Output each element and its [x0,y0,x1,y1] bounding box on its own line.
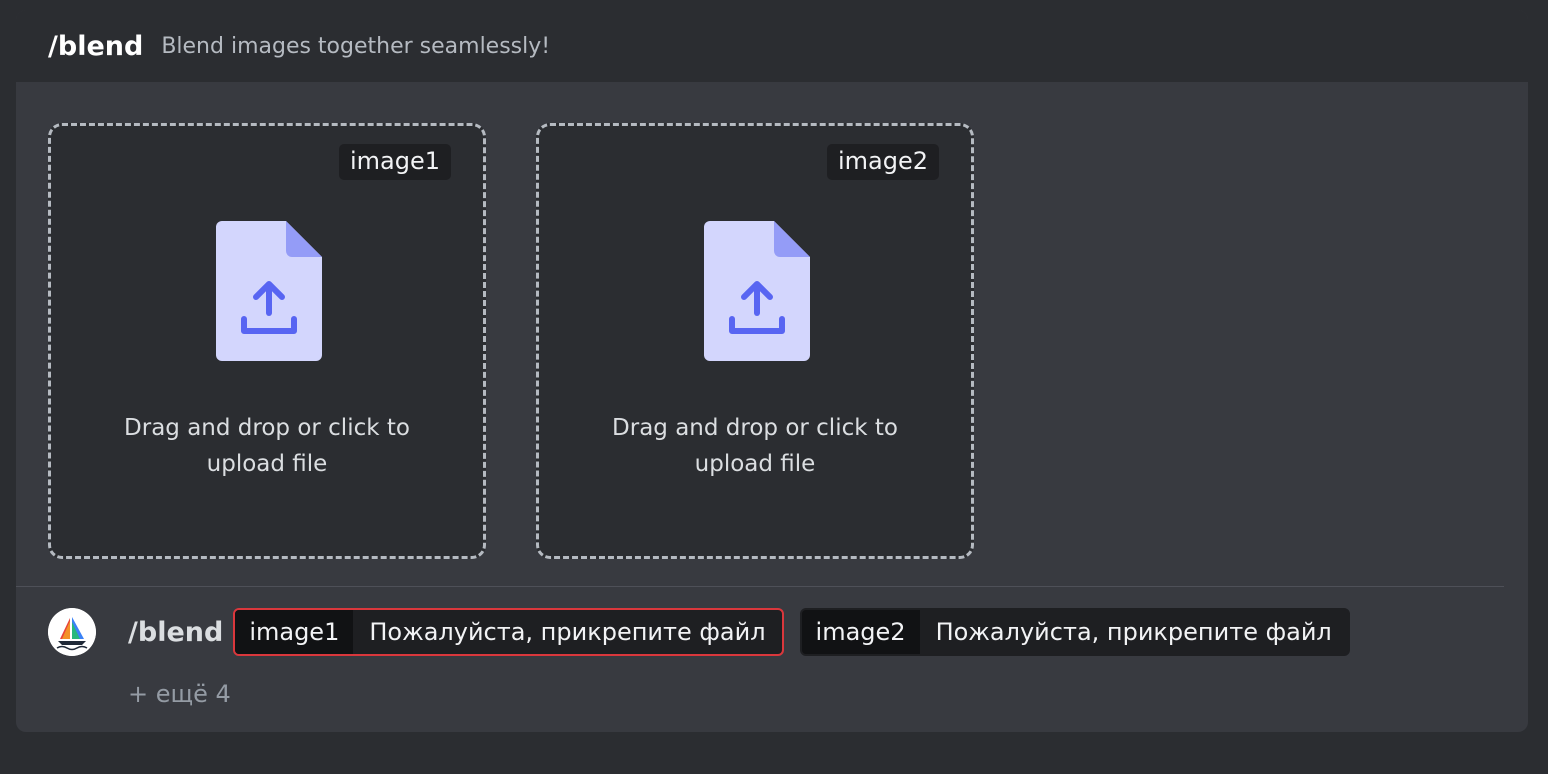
option-value: Пожалуйста, прикрепите файл [369,618,766,646]
more-options-link[interactable]: + ещё 4 [128,680,231,708]
option-image1[interactable]: image1 Пожалуйста, прикрепите файл [233,608,784,656]
command-header: /blend Blend images together seamlessly! [16,10,1528,82]
upload-instructions: Drag and drop or click to upload file [612,415,898,477]
command-description: Blend images together seamlessly! [161,33,551,59]
slash-command-panel: /blend Blend images together seamlessly!… [16,10,1528,732]
option-name: image1 [235,610,354,654]
command-name: /blend [48,30,144,62]
file-upload-icon [216,221,322,361]
bot-avatar [48,608,96,656]
upload-dropzone-image2[interactable]: image2 Drag and drop or click to upload … [536,123,974,559]
file-upload-icon [704,221,810,361]
upload-label: image1 [338,144,451,180]
upload-instructions: Drag and drop or click to upload file [124,415,410,477]
divider [16,586,1504,587]
upload-dropzone-image1[interactable]: image1 Drag and drop or click to upload … [48,123,486,559]
option-image2[interactable]: image2 Пожалуйста, прикрепите файл [799,608,1350,656]
input-command-name: /blend [128,616,224,648]
boat-logo-icon [48,608,96,656]
upload-label: image2 [826,144,939,180]
option-value: Пожалуйста, прикрепите файл [935,618,1332,646]
command-input-line: /blend image1 Пожалуйста, прикрепите фай… [128,606,1366,658]
option-name: image2 [801,610,920,654]
